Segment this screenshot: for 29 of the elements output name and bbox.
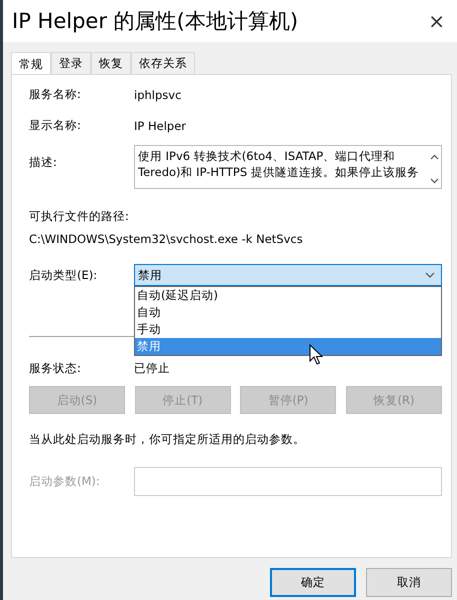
- dialog-button[interactable]: 确定: [270, 568, 356, 597]
- path-value: C:\WINDOWS\System32\svchost.exe -k NetSvcs: [29, 232, 304, 246]
- field-label: 启动参数(M):: [29, 474, 101, 489]
- chevron-down-icon: [425, 272, 435, 278]
- hint-text: 当从此处启动服务时，你可指定所适用的启动参数。: [29, 432, 306, 447]
- description-box[interactable]: 使用 IPv6 转换技术(6to4、ISATAP、端口代理和 Teredo)和 IP-HTTPS 提供隧道连接。如果停止该服务: [134, 145, 442, 189]
- window-title: IP Helper 的属性(本地计算机): [12, 8, 298, 35]
- field-value: iphlpsvc: [134, 88, 182, 102]
- dropdown-option[interactable]: 自动(延迟启动): [135, 287, 441, 304]
- tab[interactable]: 登录: [51, 52, 91, 74]
- scroll-up-icon[interactable]: [430, 154, 438, 160]
- status-value: 已停止: [134, 361, 171, 376]
- field-label: 服务名称:: [29, 87, 82, 102]
- dropdown-option[interactable]: 手动: [135, 321, 441, 338]
- field-label: 显示名称:: [29, 118, 82, 133]
- field-label: 服务状态:: [29, 361, 82, 376]
- field-label: 描述:: [29, 155, 58, 170]
- close-button[interactable]: ×: [428, 9, 445, 33]
- field-label: 启动类型(E):: [29, 268, 98, 282]
- dialog-button[interactable]: 取消: [366, 568, 452, 597]
- tab[interactable]: 依存关系: [131, 52, 195, 74]
- field-value: IP Helper: [134, 118, 188, 132]
- tab[interactable]: 恢复: [91, 52, 131, 74]
- scroll-down-icon[interactable]: [430, 178, 438, 184]
- dropdown-option[interactable]: 自动: [135, 304, 441, 321]
- tab[interactable]: 常规: [11, 52, 51, 74]
- startup-type-dropdown[interactable]: 禁用: [134, 264, 442, 286]
- description-text: 使用 IPv6 转换技术(6to4、ISATAP、端口代理和 Teredo)和 IP-HTTPS 提供隧道连接。如果停止该服务: [137, 148, 420, 181]
- path-label: 可执行文件的路径:: [29, 209, 130, 224]
